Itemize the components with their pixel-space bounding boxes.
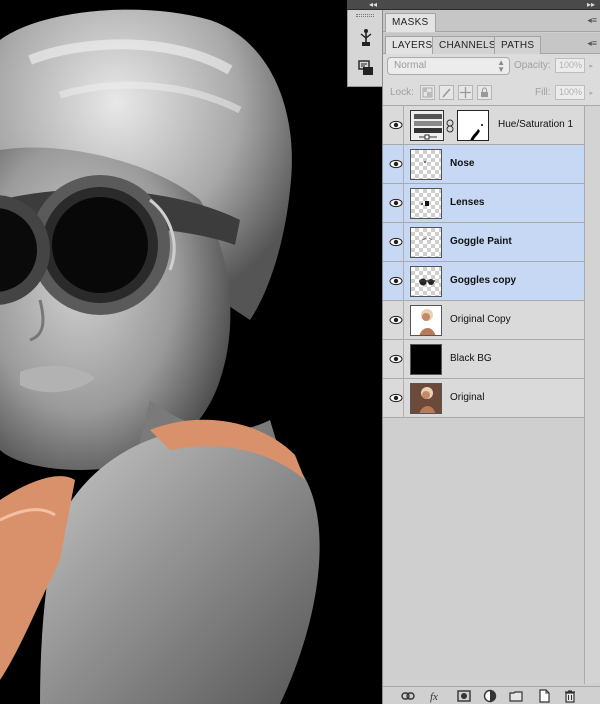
visibility-divider [403,184,404,223]
blend-mode-value: Normal [394,60,427,71]
layer-thumb-icon [410,149,442,180]
layers-list: Hue/Saturation 1 Nose Lenses Goggle Pain… [383,106,584,418]
adjustment-layer-icon[interactable] [483,689,497,703]
lock-label: Lock: [390,87,414,98]
layer-row-original[interactable]: Original [383,379,584,418]
layer-name: Hue/Saturation 1 [498,119,574,130]
photo-woman-goggles [0,9,320,704]
tool-dock [347,10,382,87]
layer-thumb-icon [410,227,442,258]
visibility-divider [403,106,404,145]
visibility-divider [403,145,404,184]
lock-icons [420,85,492,101]
eye-visibility-icon[interactable] [389,196,403,210]
eye-visibility-icon[interactable] [389,352,403,366]
lock-position-icon[interactable] [458,85,473,100]
visibility-divider [403,301,404,340]
dock-title-bar: ◂◂ [347,0,382,10]
lock-all-icon[interactable] [477,85,492,100]
fill-value: 100% [559,87,583,97]
eye-visibility-icon[interactable] [389,274,403,288]
layer-name: Original Copy [450,314,511,325]
link-layers-icon[interactable] [401,689,415,703]
layer-thumb-photo-icon [410,383,442,414]
chain-link-icon[interactable] [446,119,454,133]
fx-icon[interactable]: fx [429,689,443,703]
layer-row-black-bg[interactable]: Black BG [383,340,584,379]
lock-image-icon[interactable] [439,85,454,100]
expand-panels-icon[interactable]: ▸▸ [587,0,595,10]
visibility-divider [403,262,404,301]
layer-name: Lenses [450,197,485,208]
opacity-field[interactable]: 100% ▸ [555,58,593,73]
layer-thumb-icon [410,344,442,375]
layers-scrollbar[interactable] [584,106,600,684]
fill-field[interactable]: 100% ▸ [555,85,593,100]
layers-panel-group: MASKS ◂≡ LAYERS CHANNELS PATHS ◂≡ Normal… [382,10,600,704]
document-canvas[interactable] [0,0,347,704]
fill-label: Fill: [535,87,551,98]
fill-arrow-icon[interactable]: ▸ [589,87,593,100]
layer-name: Black BG [450,353,492,364]
layers-empty-area [383,418,584,684]
lock-transparent-icon[interactable] [420,85,435,100]
layer-thumb-icon [410,266,442,297]
collapse-dock-icon[interactable]: ◂◂ [369,0,377,10]
masks-panel-bar: MASKS ◂≡ [383,10,600,32]
layer-thumb-icon [410,188,442,219]
eye-visibility-icon[interactable] [389,391,403,405]
tab-channels[interactable]: CHANNELS [432,36,503,55]
add-mask-icon[interactable] [457,689,471,703]
clone-source-icon[interactable] [356,58,376,78]
eye-visibility-icon[interactable] [389,235,403,249]
dock-grip[interactable] [356,14,374,17]
opacity-label: Opacity: [514,60,551,71]
puppet-tool-icon[interactable] [356,28,376,48]
adjustment-layer-thumb-icon [410,110,444,141]
opacity-arrow-icon[interactable]: ▸ [589,60,593,73]
layer-mask-thumb-icon[interactable] [457,110,489,141]
layer-name: Goggles copy [450,275,517,286]
blend-mode-select[interactable]: Normal ▲ ▼ [387,57,510,75]
layer-thumb-photo-icon [410,305,442,336]
tab-paths[interactable]: PATHS [494,36,542,55]
eye-visibility-icon[interactable] [389,118,403,132]
blend-updown-icon: ▲ ▼ [497,58,505,74]
tab-masks[interactable]: MASKS [385,13,436,32]
panel-title-bar: ▸▸ [382,0,600,10]
visibility-divider [403,379,404,418]
layer-row-goggle-paint[interactable]: Goggle Paint [383,223,584,262]
layer-name: Nose [450,158,475,169]
layers-bottom-toolbar: fx [383,686,600,704]
layer-name: Original [450,392,485,403]
new-group-icon[interactable] [509,689,523,703]
trash-icon[interactable] [563,689,577,703]
svg-text:fx: fx [430,691,438,703]
layer-row-goggles-copy[interactable]: Goggles copy [383,262,584,301]
layer-row-original-copy[interactable]: Original Copy [383,301,584,340]
visibility-divider [403,223,404,262]
layer-row-hue-saturation[interactable]: Hue/Saturation 1 [383,106,584,145]
masks-panel-menu-icon[interactable]: ◂≡ [587,16,597,25]
new-layer-icon[interactable] [537,689,551,703]
layer-name: Goggle Paint [450,236,512,247]
layer-controls: Normal ▲ ▼ Opacity: 100% ▸ Lock: Fill: 10… [383,54,600,106]
layers-tab-bar: LAYERS CHANNELS PATHS ◂≡ [383,33,600,55]
eye-visibility-icon[interactable] [389,313,403,327]
visibility-divider [403,340,404,379]
layers-panel-menu-icon[interactable]: ◂≡ [587,39,597,48]
eye-visibility-icon[interactable] [389,157,403,171]
layer-row-nose[interactable]: Nose [383,145,584,184]
opacity-value: 100% [559,60,583,70]
layer-row-lenses[interactable]: Lenses [383,184,584,223]
